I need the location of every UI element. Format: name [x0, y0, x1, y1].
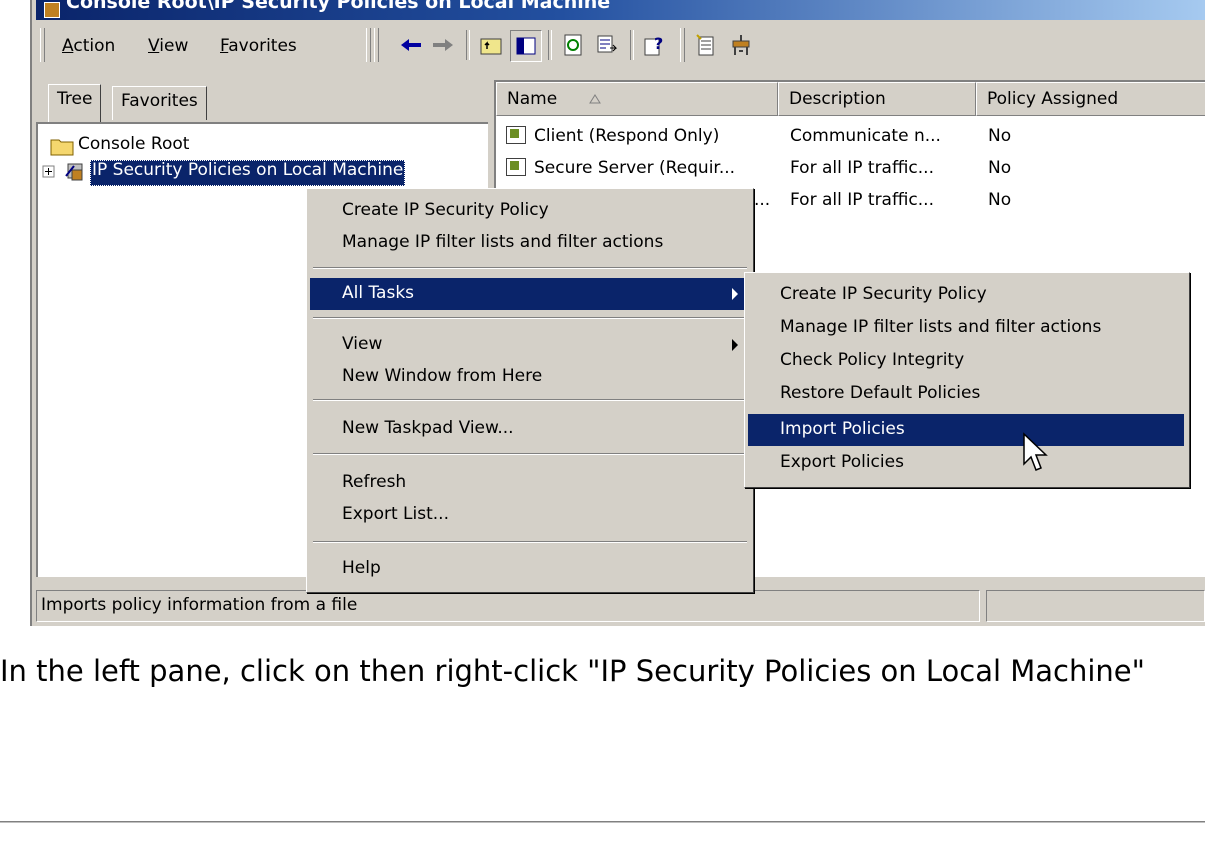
tab-tree[interactable]: Tree — [48, 84, 102, 122]
menu-separator — [313, 453, 747, 455]
mmc-app-icon — [44, 2, 60, 18]
expand-plus-icon[interactable] — [42, 164, 56, 178]
context-menu-item[interactable]: New Window from Here — [310, 361, 748, 393]
ip-security-policy-icon — [65, 163, 83, 181]
row-assigned: No — [988, 190, 1012, 210]
column-header-policy-assigned[interactable]: Policy Assigned — [976, 82, 1205, 116]
status-bar-panel — [986, 590, 1205, 622]
row-description: For all IP traffic... — [790, 190, 934, 210]
row-name: ... — [754, 190, 771, 210]
export-list-icon[interactable] — [592, 30, 622, 60]
tree-node-ip-security-policies[interactable]: IP Security Policies on Local Machine — [90, 160, 406, 186]
submenu-item[interactable]: Manage IP filter lists and filter action… — [748, 312, 1184, 344]
context-menu-item-label: All Tasks — [342, 283, 415, 303]
row-description: For all IP traffic... — [790, 158, 934, 178]
context-menu-item[interactable]: New Taskpad View... — [310, 413, 748, 445]
menu-toolbar: Action View Favorites ? — [36, 24, 1205, 68]
mouse-cursor-icon — [1023, 432, 1048, 471]
menu-separator — [313, 541, 747, 543]
context-menu-item[interactable]: Manage IP filter lists and filter action… — [310, 227, 748, 259]
context-menu-item[interactable]: Refresh — [310, 467, 748, 499]
submenu-item[interactable]: Create IP Security Policy — [748, 279, 1184, 311]
context-menu-item-all-tasks[interactable]: All Tasks — [310, 278, 748, 310]
column-header-name[interactable]: Name — [496, 82, 778, 116]
status-bar-text: Imports policy information from a file — [36, 590, 980, 622]
submenu-arrow-icon — [732, 339, 738, 351]
instruction-caption: In the left pane, click on then right-cl… — [0, 654, 1145, 688]
forward-arrow-icon[interactable] — [428, 30, 458, 60]
row-assigned: No — [988, 158, 1012, 178]
context-menu-item[interactable]: Export List... — [310, 499, 748, 531]
folder-icon — [50, 139, 74, 156]
manage-filters-icon[interactable] — [726, 30, 756, 60]
title-bar[interactable]: Console Root\IP Security Policies on Loc… — [36, 0, 1205, 20]
tree-node-label: Console Root — [78, 134, 190, 154]
row-description: Communicate n... — [790, 126, 941, 146]
menu-separator — [313, 317, 747, 319]
show-hide-tree-icon[interactable] — [510, 30, 542, 62]
column-header-label: Name — [507, 89, 558, 109]
menu-action-rest: ction — [73, 36, 116, 56]
menu-favorites[interactable]: Favorites — [220, 36, 297, 56]
submenu-arrow-icon — [732, 288, 738, 300]
back-arrow-icon[interactable] — [396, 30, 426, 60]
horizontal-rule — [0, 821, 1205, 823]
toolbar-grip[interactable] — [40, 28, 45, 62]
submenu-item[interactable]: Check Policy Integrity — [748, 345, 1184, 377]
create-policy-icon[interactable] — [692, 30, 722, 60]
list-row[interactable]: Secure Server (Requir... For all IP traf… — [496, 154, 1205, 186]
context-menu-item[interactable]: Help — [310, 553, 748, 585]
submenu-item[interactable]: Export Policies — [748, 447, 1184, 479]
menu-separator — [313, 267, 747, 269]
toolbar-grip-3 — [374, 28, 379, 62]
menu-favorites-accel: F — [220, 36, 229, 56]
submenu-item-import-policies[interactable]: Import Policies — [748, 414, 1184, 446]
column-header-description[interactable]: Description — [778, 82, 976, 116]
up-folder-icon[interactable] — [476, 30, 506, 60]
toolbar-grip-4 — [680, 28, 685, 62]
context-menu: Create IP Security Policy Manage IP filt… — [306, 188, 754, 593]
help-icon[interactable]: ? — [640, 30, 670, 60]
tab-favorites[interactable]: Favorites — [112, 86, 207, 120]
row-name: Secure Server (Requir... — [534, 158, 736, 178]
row-assigned: No — [988, 126, 1012, 146]
policy-icon — [506, 126, 526, 144]
menu-action[interactable]: Action — [62, 36, 115, 56]
context-menu-item-view[interactable]: View — [310, 329, 748, 361]
menu-view-rest: iew — [159, 36, 189, 56]
toolbar-separator — [466, 30, 470, 60]
context-menu-item[interactable]: Create IP Security Policy — [310, 195, 748, 227]
toolbar-separator — [630, 30, 634, 60]
row-name: Client (Respond Only) — [534, 126, 720, 146]
sort-ascending-icon — [589, 94, 601, 104]
policy-icon — [506, 158, 526, 176]
menu-favorites-rest: avorites — [228, 36, 297, 56]
toolbar-grip-2[interactable] — [366, 28, 371, 62]
menu-view[interactable]: View — [148, 36, 188, 56]
window-title: Console Root\IP Security Policies on Loc… — [66, 0, 611, 13]
list-row[interactable]: Client (Respond Only) Communicate n... N… — [496, 122, 1205, 154]
submenu-item[interactable]: Restore Default Policies — [748, 378, 1184, 410]
context-menu-item-label: View — [342, 334, 383, 354]
all-tasks-submenu: Create IP Security Policy Manage IP filt… — [744, 272, 1190, 488]
menu-separator — [313, 399, 747, 401]
refresh-icon[interactable] — [558, 30, 588, 60]
svg-text:?: ? — [654, 34, 663, 53]
menu-view-accel: V — [148, 36, 160, 56]
menu-action-accel: A — [62, 36, 74, 56]
toolbar-separator — [548, 30, 552, 60]
